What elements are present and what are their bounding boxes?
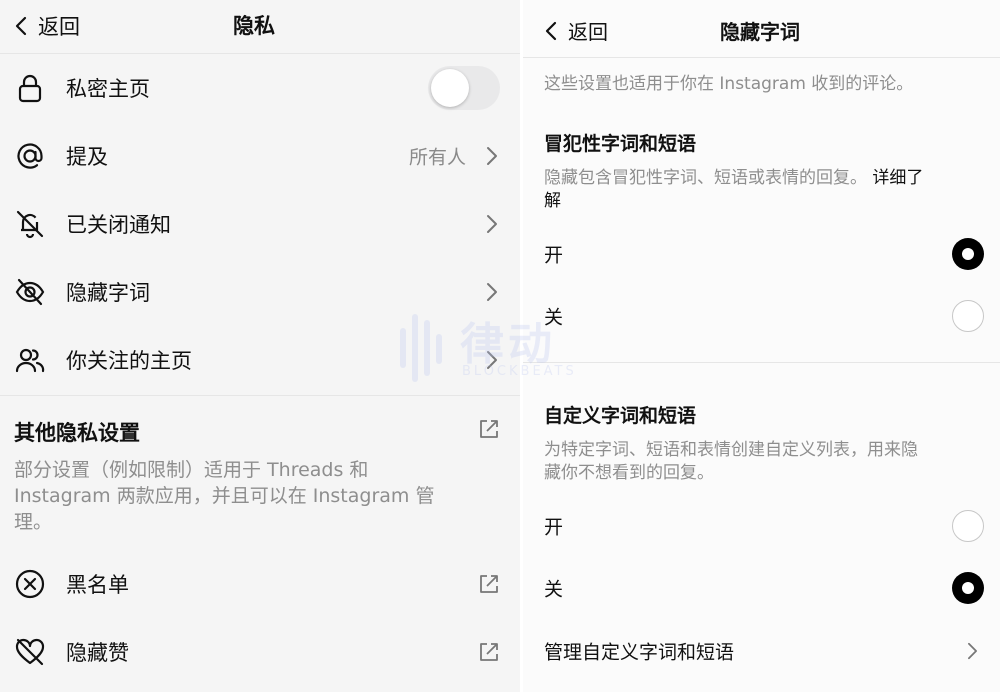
external-link-icon <box>480 643 498 661</box>
profiles-you-follow-row[interactable]: 你关注的主页 <box>0 326 520 394</box>
offensive-words-title: 冒犯性字词和短语 <box>544 133 697 155</box>
offensive-off-option[interactable]: 关 <box>523 285 1000 347</box>
section-divider <box>523 362 1000 363</box>
profiles-you-follow-label: 你关注的主页 <box>66 349 192 373</box>
chevron-left-icon <box>545 21 557 40</box>
chevron-left-icon <box>15 16 27 36</box>
custom-on-radio[interactable] <box>952 510 984 542</box>
mentions-label: 提及 <box>66 145 108 169</box>
blocked-label: 黑名单 <box>66 573 129 597</box>
custom-off-option[interactable]: 关 <box>523 557 1000 619</box>
hidden-words-label: 隐藏字词 <box>66 281 150 305</box>
desc-text: 隐藏包含冒犯性字词、短语或表情的回复。 <box>544 168 867 188</box>
learn-more-link-cont[interactable]: 解 <box>544 191 561 211</box>
hidden-words-panel: 返回 隐藏字词 这些设置也适用于你在 Instagram 收到的评论。 冒犯性字… <box>523 0 1000 692</box>
desc-line: 藏你不想看到的回复。 <box>544 463 714 483</box>
blocked-icon <box>15 569 45 599</box>
desc-line: 部分设置（例如限制）适用于 Threads 和 <box>14 459 369 481</box>
desc-line: 理。 <box>14 511 53 533</box>
section-divider <box>0 395 520 396</box>
heart-off-icon <box>15 638 45 666</box>
other-privacy-description: 部分设置（例如限制）适用于 Threads 和 Instagram 两款应用，并… <box>14 457 509 535</box>
back-label: 返回 <box>38 15 80 39</box>
chevron-right-icon <box>487 351 497 369</box>
option-label: 关 <box>544 306 564 329</box>
back-label: 返回 <box>568 20 608 44</box>
eye-off-icon <box>15 278 45 306</box>
hidden-words-row[interactable]: 隐藏字词 <box>0 258 520 326</box>
manage-custom-words-row[interactable]: 管理自定义字词和短语 <box>523 620 1000 682</box>
offensive-words-description: 隐藏包含冒犯性字词、短语或表情的回复。 详细了 解 <box>544 167 989 213</box>
custom-on-option[interactable]: 开 <box>523 495 1000 557</box>
intro-text: 这些设置也适用于你在 Instagram 收到的评论。 <box>544 74 914 94</box>
offensive-on-radio[interactable] <box>952 238 984 270</box>
offensive-on-option[interactable]: 开 <box>523 223 1000 285</box>
mentions-row[interactable]: 提及 所有人 <box>0 122 520 190</box>
learn-more-link[interactable]: 详细了 <box>872 168 923 188</box>
hide-likes-label: 隐藏赞 <box>66 641 129 665</box>
custom-words-title: 自定义字词和短语 <box>544 405 697 427</box>
muted-row[interactable]: 已关闭通知 <box>0 190 520 258</box>
blocked-row[interactable]: 黑名单 <box>0 550 520 618</box>
at-sign-icon <box>17 143 43 169</box>
header-divider <box>523 57 1000 58</box>
custom-words-description: 为特定字词、短语和表情创建自定义列表，用来隐 藏你不想看到的回复。 <box>544 439 989 485</box>
option-label: 开 <box>544 244 564 267</box>
offensive-off-radio[interactable] <box>952 300 984 332</box>
option-label: 开 <box>544 516 564 539</box>
private-profile-row: 私密主页 <box>0 54 520 122</box>
chevron-right-icon <box>487 147 497 165</box>
mentions-value: 所有人 <box>408 146 466 169</box>
chevron-right-icon <box>487 215 497 233</box>
custom-off-radio[interactable] <box>952 572 984 604</box>
people-icon <box>15 348 45 373</box>
page-title: 隐藏字词 <box>720 20 800 44</box>
privacy-panel: 返回 隐私 私密主页 提及 所有人 已关闭通知 隐藏字词 你关注的主页 其他隐私… <box>0 0 520 692</box>
other-privacy-title: 其他隐私设置 <box>14 421 140 445</box>
private-profile-label: 私密主页 <box>66 77 150 101</box>
bell-off-icon <box>16 210 44 239</box>
lock-icon <box>18 74 42 103</box>
chevron-right-icon <box>968 642 977 660</box>
page-title: 隐私 <box>233 14 275 38</box>
desc-line: 为特定字词、短语和表情创建自定义列表，用来隐 <box>544 440 918 460</box>
privacy-back-button[interactable]: 返回 <box>14 11 80 41</box>
private-profile-toggle[interactable] <box>428 66 500 110</box>
muted-label: 已关闭通知 <box>66 213 171 237</box>
hidden-words-back-button[interactable]: 返回 <box>544 16 608 45</box>
hide-likes-row[interactable]: 隐藏赞 <box>0 618 520 686</box>
desc-line: Instagram 两款应用，并且可以在 Instagram 管 <box>14 485 435 507</box>
external-link-icon <box>480 575 498 593</box>
toggle-knob <box>431 69 469 107</box>
external-link-icon[interactable] <box>478 418 500 440</box>
chevron-right-icon <box>487 283 497 301</box>
manage-custom-words-label: 管理自定义字词和短语 <box>544 641 735 664</box>
option-label: 关 <box>544 578 564 601</box>
